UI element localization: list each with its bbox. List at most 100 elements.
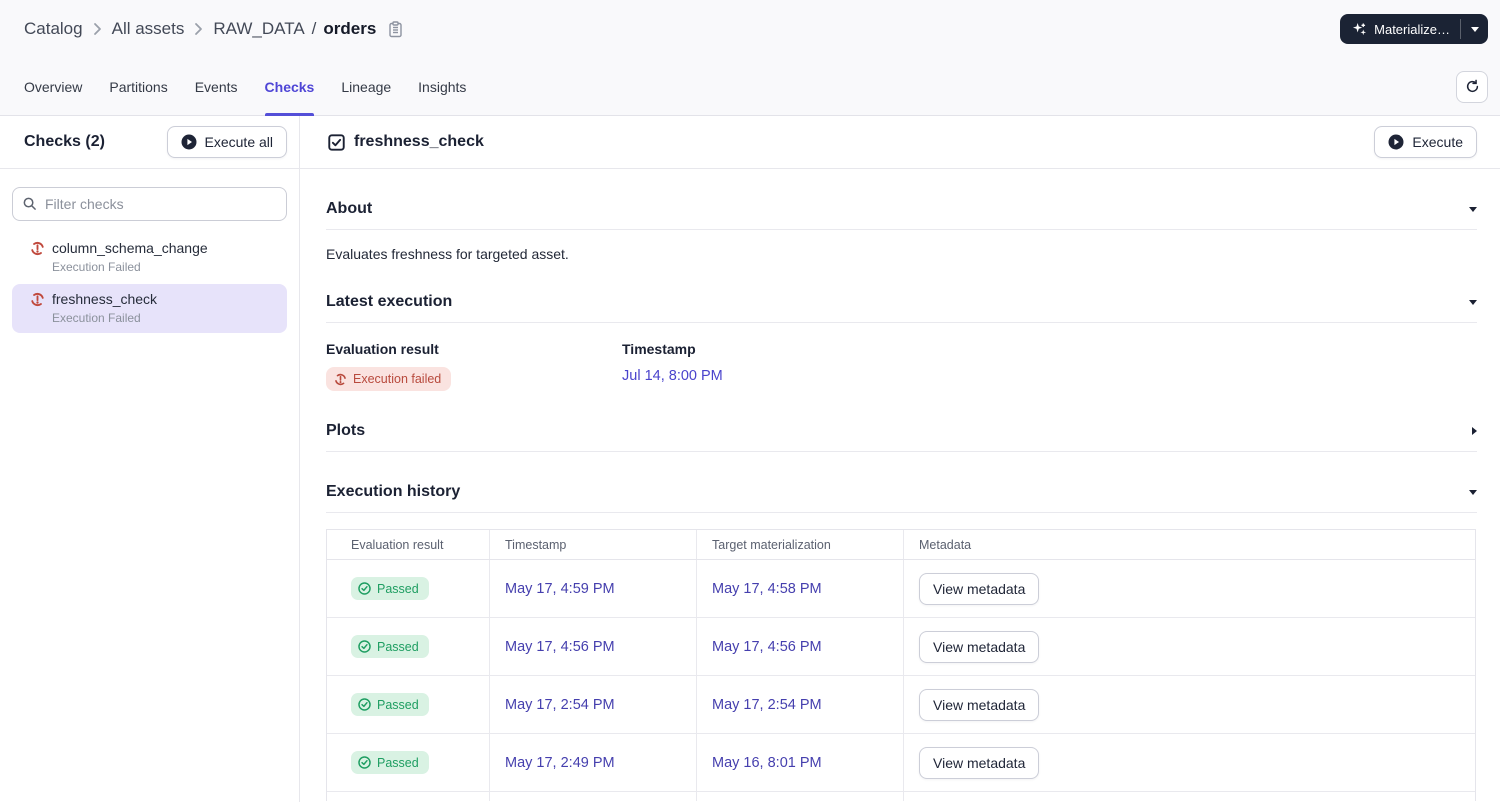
column-header-evaluation-result: Evaluation result [327,530,490,559]
execution-failed-badge-label: Execution failed [353,372,442,386]
target-materialization-link[interactable]: May 17, 2:54 PM [712,697,822,713]
section-divider [326,451,1477,452]
latest-execution-section-header: Latest execution [326,293,1477,311]
target-materialization-link[interactable]: May 16, 8:01 PM [712,755,822,771]
chevron-down-icon [1470,26,1479,32]
tabs: Overview Partitions Events Checks Lineag… [24,58,466,116]
execution-failed-icon [30,292,45,307]
section-divider [326,512,1477,513]
target-materialization-link[interactable]: May 17, 4:56 PM [712,639,822,655]
latest-timestamp-link[interactable]: Jul 14, 8:00 PM [622,368,723,384]
chevron-down-icon[interactable] [1469,206,1477,212]
passed-badge-label: Passed [377,755,419,770]
view-metadata-button[interactable]: View metadata [919,572,1040,605]
chevron-down-icon[interactable] [1469,489,1477,495]
check-title: freshness_check [354,133,484,150]
copy-clipboard-icon[interactable] [388,20,403,38]
check-detail-content: About Evaluates freshness for targeted a… [300,169,1500,802]
play-icon [1388,134,1404,150]
latest-execution-heading: Latest execution [326,293,453,310]
check-item-top: freshness_check [30,291,279,307]
top-header: Catalog All assets RAW_DATA / orders Mat… [0,0,1500,116]
latest-execution-grid: Evaluation result Execution failed Times… [326,341,1477,391]
materialize-dropdown-button[interactable] [1461,14,1488,44]
execution-history-heading: Execution history [326,483,461,500]
timestamp-link[interactable]: May 17, 2:49 PM [505,755,615,771]
filter-input-wrap [12,187,287,221]
breadcrumb: Catalog All assets RAW_DATA / orders [24,19,403,39]
page-body: Checks (2) Execute all Filter checks col… [0,116,1500,802]
breadcrumb-all-assets[interactable]: All assets [112,19,185,39]
sidebar-body: column_schema_change Execution Failed [0,169,299,335]
execute-all-label: Execute all [204,134,273,150]
target-materialization-link[interactable]: May 17, 4:58 PM [712,581,822,597]
check-circle-icon [358,640,371,653]
check-item-top: column_schema_change [30,240,279,256]
breadcrumb-asset-name: orders [323,19,377,38]
tab-checks[interactable]: Checks [264,58,314,116]
tab-partitions[interactable]: Partitions [109,58,167,115]
app-root: Catalog All assets RAW_DATA / orders Mat… [0,0,1500,802]
tab-overview[interactable]: Overview [24,58,82,115]
timestamp-value: Jul 14, 8:00 PM [622,367,1477,384]
filter-checks-input[interactable] [12,187,287,221]
sidebar-item-column-schema-change[interactable]: column_schema_change Execution Failed [12,233,287,282]
check-circle-icon [358,582,371,595]
tab-bar: Overview Partitions Events Checks Lineag… [0,58,1500,116]
timestamp-link[interactable]: May 17, 4:56 PM [505,639,615,655]
breadcrumb-asset-group[interactable]: RAW_DATA [213,19,304,39]
check-item-name: column_schema_change [52,240,208,256]
materialize-button-group: Materialize… [1340,14,1488,44]
view-metadata-button[interactable]: View metadata [919,746,1040,779]
check-title-group: freshness_check [328,133,1374,151]
passed-badge-label: Passed [377,581,419,596]
evaluation-result-value: Execution failed [326,367,622,391]
tab-events[interactable]: Events [195,58,238,115]
evaluation-result-cell: Passed [327,560,490,617]
sidebar-title: Checks (2) [24,133,105,150]
search-icon [22,196,37,214]
chevron-down-icon[interactable] [1469,299,1477,305]
view-metadata-button[interactable]: View metadata [919,630,1040,663]
execution-history-section-header: Execution history [326,483,1477,501]
table-row: Passed May 17, 2:49 PM May 16, 8:01 PM V… [327,734,1475,792]
chevron-right-icon[interactable] [1472,427,1477,435]
execute-all-button[interactable]: Execute all [166,126,287,158]
sidebar-header: Checks (2) Execute all [0,116,299,169]
timestamp-link[interactable]: May 17, 4:59 PM [505,581,615,597]
chevron-right-icon [194,22,203,36]
table-header-row: Evaluation result Timestamp Target mater… [327,530,1475,560]
sidebar-item-freshness-check[interactable]: freshness_check Execution Failed [12,284,287,333]
column-header-target-materialization: Target materialization [697,530,904,559]
evaluation-result-label: Evaluation result [326,341,439,357]
execution-failed-badge: Execution failed [326,367,452,391]
evaluation-result-cell: Passed [327,676,490,733]
evaluation-result-cell: Passed [327,734,490,791]
execution-failed-icon [30,241,45,256]
passed-badge: Passed [351,751,429,774]
breadcrumb-row: Catalog All assets RAW_DATA / orders Mat… [0,0,1500,58]
about-description: Evaluates freshness for targeted asset. [326,246,569,262]
table-row: Passed May 17, 4:56 PM May 17, 4:56 PM V… [327,618,1475,676]
section-divider [326,229,1477,230]
column-header-metadata: Metadata [919,537,972,552]
about-heading: About [326,200,373,217]
refresh-icon [1465,79,1480,94]
play-icon [181,134,197,150]
view-metadata-button[interactable]: View metadata [919,688,1040,721]
breadcrumb-catalog[interactable]: Catalog [24,19,83,39]
passed-badge: Passed [351,693,429,716]
tab-lineage[interactable]: Lineage [341,58,391,115]
passed-badge-label: Passed [377,697,419,712]
sparkle-icon [1352,22,1367,37]
plots-section-header: Plots [326,422,1477,440]
timestamp-link[interactable]: May 17, 2:54 PM [505,697,615,713]
table-row: Passed May 17, 4:59 PM May 17, 4:58 PM V… [327,560,1475,618]
tab-insights[interactable]: Insights [418,58,466,115]
refresh-button[interactable] [1456,70,1488,103]
materialize-button[interactable]: Materialize… [1340,14,1460,44]
check-square-icon [328,133,345,151]
execute-button[interactable]: Execute [1374,126,1477,158]
breadcrumb-current: RAW_DATA / orders [213,19,376,39]
check-detail-header: freshness_check Execute [300,116,1500,169]
